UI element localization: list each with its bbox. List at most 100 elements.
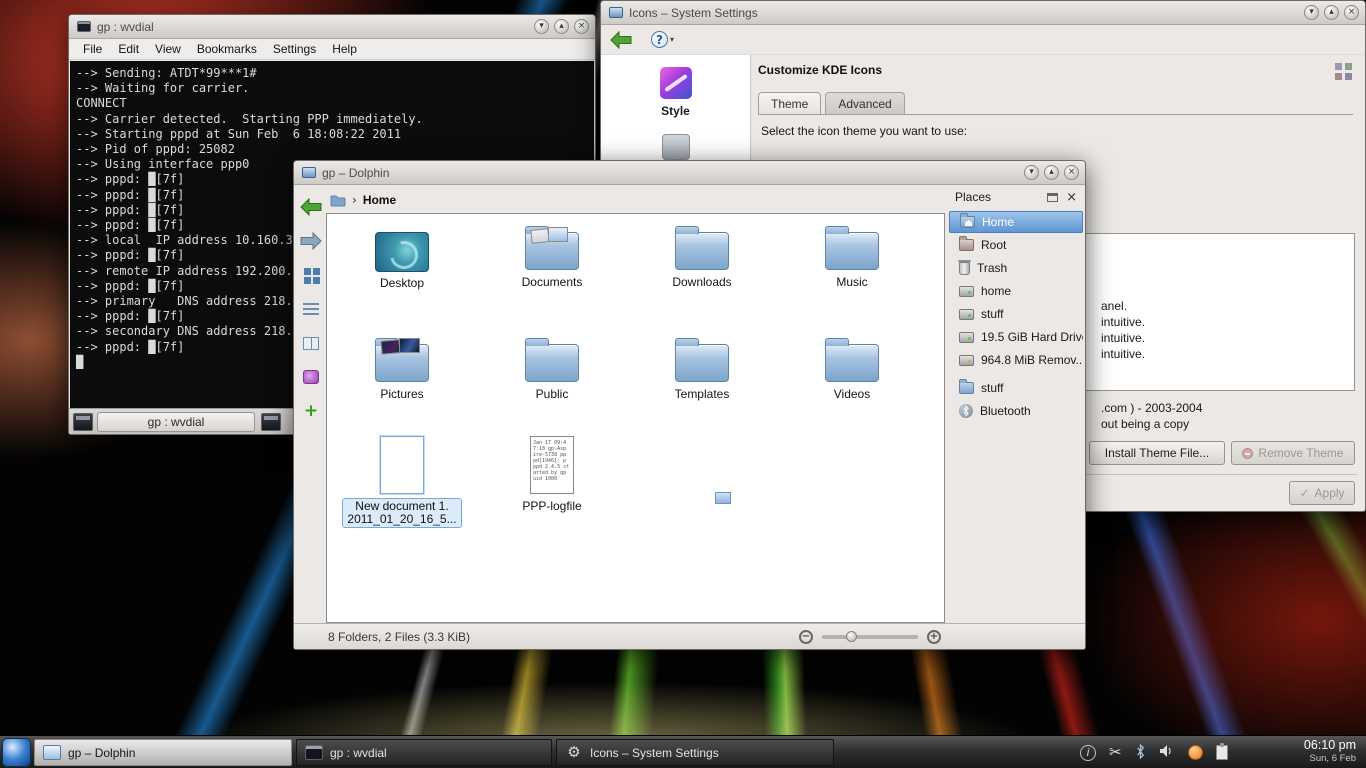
menu-bookmarks[interactable]: Bookmarks	[189, 40, 265, 58]
icon-view-button[interactable]	[298, 263, 324, 287]
task-system-settings[interactable]: ⚙ Icons – System Settings	[556, 739, 834, 766]
split-terminal-icon[interactable]	[261, 413, 281, 431]
settings-titlebar[interactable]: Icons – System Settings ▾ ▴ ×	[601, 1, 1365, 25]
folder-label: Documents	[487, 276, 617, 289]
place-home-partition[interactable]: home	[949, 280, 1083, 302]
float-panel-icon[interactable]	[1047, 193, 1058, 202]
file-new-document[interactable]: New document 1. 2011_01_20_16_5...	[337, 436, 467, 528]
ppp-logfile-file-icon: Jan 17 09:4 7:18 gp-Asp ire-5738 pp pd[1…	[530, 436, 574, 494]
details-view-button[interactable]	[298, 297, 324, 321]
partially-hidden-category-icon[interactable]	[662, 134, 690, 160]
plus-icon: +	[304, 403, 318, 420]
help-button[interactable]: ? ▾	[651, 31, 674, 48]
clipboard-icon[interactable]	[1216, 745, 1228, 760]
zoom-slider[interactable]	[822, 635, 918, 639]
folder-templates[interactable]: Templates	[637, 334, 767, 401]
menu-settings[interactable]: Settings	[265, 40, 324, 58]
icon-view-icon	[304, 268, 311, 275]
terminal-tab[interactable]: gp : wvdial	[97, 412, 255, 432]
category-style[interactable]: Style	[601, 55, 750, 118]
close-icon[interactable]: ×	[1344, 5, 1359, 20]
zoom-in-icon[interactable]: +	[927, 630, 941, 644]
settings-tabs: Theme Advanced	[758, 92, 909, 114]
apply-button[interactable]: ✓ Apply	[1289, 481, 1355, 505]
maximize-icon[interactable]: ▴	[1044, 165, 1059, 180]
folder-label: Downloads	[637, 276, 767, 289]
places-header: Places ×	[949, 187, 1083, 207]
removable-drive-icon	[959, 355, 974, 366]
terminal-window-icon	[77, 21, 91, 32]
minimize-icon[interactable]: ▾	[1304, 5, 1319, 20]
settings-toolbar: ? ▾	[601, 25, 1365, 55]
close-icon[interactable]: ×	[1064, 165, 1079, 180]
file-ppp-logfile[interactable]: Jan 17 09:4 7:18 gp-Asp ire-5738 pp pd[1…	[487, 436, 617, 513]
clock[interactable]: 06:10 pm Sun, 6 Feb	[1304, 738, 1356, 766]
folder-desktop[interactable]: Desktop	[337, 222, 467, 290]
remove-theme-button[interactable]: Remove Theme	[1231, 441, 1355, 465]
file-label: PPP-logfile	[487, 500, 617, 513]
place-stuff-folder[interactable]: stuff	[949, 377, 1083, 399]
task-wvdial[interactable]: gp : wvdial	[296, 739, 552, 766]
kickoff-launcher-icon[interactable]	[2, 738, 31, 767]
close-icon[interactable]: ×	[574, 19, 589, 34]
folder-pictures[interactable]: Pictures	[337, 334, 467, 401]
columns-view-button[interactable]	[298, 331, 324, 355]
place-root[interactable]: Root	[949, 234, 1083, 256]
theme-list-fragment: anel.	[1101, 299, 1127, 313]
zoom-out-icon[interactable]: −	[799, 630, 813, 644]
task-label: gp – Dolphin	[68, 746, 135, 760]
place-trash[interactable]: Trash	[949, 257, 1083, 279]
maximize-icon[interactable]: ▴	[1324, 5, 1339, 20]
overview-grid-icon[interactable]	[1335, 63, 1353, 81]
zoom-slider-handle[interactable]	[846, 631, 857, 642]
chevron-down-icon: ▾	[670, 35, 674, 44]
minimize-icon[interactable]: ▾	[1024, 165, 1039, 180]
place-removable-drive[interactable]: 964.8 MiB Remov...	[949, 349, 1083, 371]
forward-button[interactable]	[298, 229, 324, 253]
task-dolphin[interactable]: gp – Dolphin	[34, 739, 292, 766]
close-panel-icon[interactable]: ×	[1066, 191, 1077, 204]
terminal-titlebar[interactable]: gp : wvdial ▾ ▴ ×	[69, 15, 595, 39]
tab-theme[interactable]: Theme	[758, 92, 821, 114]
file-label-line: 2011_01_20_16_5...	[347, 513, 456, 526]
tab-advanced[interactable]: Advanced	[825, 92, 904, 114]
dolphin-task-icon	[43, 745, 61, 760]
menu-edit[interactable]: Edit	[110, 40, 147, 58]
notifications-icon[interactable]: i	[1080, 745, 1096, 761]
clock-date: Sun, 6 Feb	[1304, 752, 1356, 766]
preview-icon	[303, 370, 319, 384]
minimize-icon[interactable]: ▾	[534, 19, 549, 34]
menu-file[interactable]: File	[75, 40, 110, 58]
places-panel: Places × Home Root Trash home stuff 19.5…	[949, 187, 1083, 623]
install-theme-button[interactable]: Install Theme File...	[1089, 441, 1225, 465]
root-folder-icon	[959, 239, 974, 251]
folder-downloads[interactable]: Downloads	[637, 222, 767, 289]
new-tab-icon[interactable]	[73, 413, 93, 431]
place-bluetooth[interactable]: Bluetooth	[949, 400, 1083, 422]
dolphin-titlebar[interactable]: gp – Dolphin ▾ ▴ ×	[294, 161, 1085, 185]
split-view-button[interactable]: +	[298, 399, 324, 423]
menu-help[interactable]: Help	[324, 40, 365, 58]
status-text: 8 Folders, 2 Files (3.3 KiB)	[328, 630, 470, 644]
file-view[interactable]: Desktop Documents Downloads Music Pictur…	[326, 213, 945, 623]
folder-music[interactable]: Music	[787, 222, 917, 289]
back-button[interactable]	[607, 28, 635, 52]
maximize-icon[interactable]: ▴	[554, 19, 569, 34]
place-hard-drive[interactable]: 19.5 GiB Hard Drive	[949, 326, 1083, 348]
network-updates-icon[interactable]	[1188, 745, 1203, 760]
preview-button[interactable]	[298, 365, 324, 389]
breadcrumb-home[interactable]: Home	[363, 193, 396, 207]
folder-documents[interactable]: Documents	[487, 222, 617, 289]
place-stuff-partition[interactable]: stuff	[949, 303, 1083, 325]
place-home[interactable]: Home	[949, 211, 1083, 233]
back-button[interactable]	[298, 195, 324, 219]
volume-icon[interactable]	[1159, 744, 1175, 761]
folder-videos[interactable]: Videos	[787, 334, 917, 401]
klipper-scissors-icon[interactable]: ✂	[1109, 745, 1122, 760]
breadcrumb-root-folder-icon[interactable]	[330, 194, 346, 207]
menu-view[interactable]: View	[147, 40, 189, 58]
places-panel-title: Places	[955, 190, 1047, 204]
folder-public[interactable]: Public	[487, 334, 617, 401]
bluetooth-tray-icon[interactable]	[1135, 744, 1146, 762]
gear-icon: ⚙	[565, 745, 583, 760]
